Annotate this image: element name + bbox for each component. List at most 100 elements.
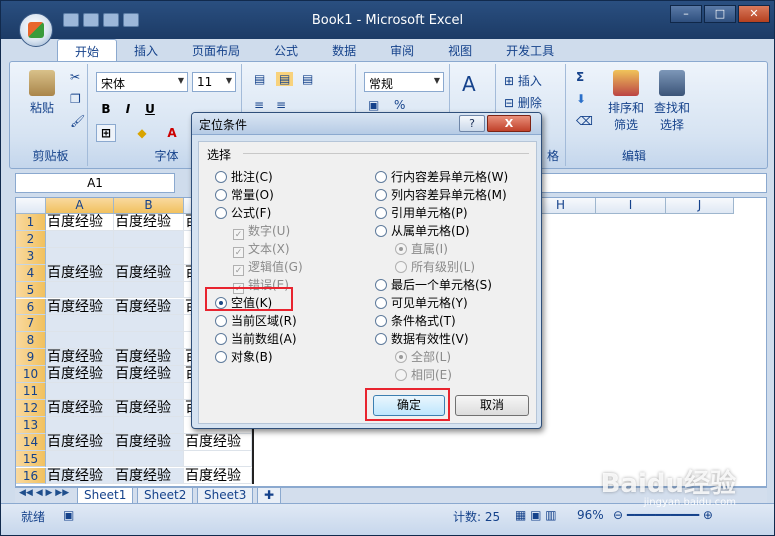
option-current-region[interactable]: 当前区域(R) bbox=[215, 312, 297, 329]
currency-icon[interactable]: ▣ bbox=[368, 98, 379, 112]
cell-a[interactable] bbox=[46, 281, 114, 299]
cell-b[interactable] bbox=[114, 315, 184, 333]
sort-filter-button[interactable]: 排序和 筛选 bbox=[606, 70, 646, 133]
align-center-icon[interactable]: ≡ bbox=[276, 98, 286, 112]
help-button[interactable]: ? bbox=[459, 115, 485, 132]
row-header[interactable]: 6 bbox=[16, 298, 46, 316]
option-constants[interactable]: 常量(O) bbox=[215, 186, 274, 203]
cell-a[interactable]: 百度经验 bbox=[46, 366, 114, 383]
align-left-icon[interactable]: ≡ bbox=[254, 98, 264, 112]
italic-button[interactable]: I bbox=[118, 100, 138, 118]
cell-c[interactable] bbox=[184, 450, 252, 468]
option-row-differences[interactable]: 行内容差异单元格(W) bbox=[375, 168, 508, 185]
row-header[interactable]: 7 bbox=[16, 315, 46, 333]
styles-icon[interactable]: A bbox=[462, 72, 476, 96]
tab-data[interactable]: 数据 bbox=[315, 39, 373, 61]
view-buttons-icon[interactable]: ▦ ▣ ▥ bbox=[515, 508, 557, 522]
cell-b[interactable] bbox=[114, 416, 184, 434]
tab-review[interactable]: 审阅 bbox=[373, 39, 431, 61]
fill-icon[interactable]: ⬇ bbox=[576, 92, 586, 106]
close-window-button[interactable]: ✕ bbox=[738, 5, 770, 23]
bold-button[interactable]: B bbox=[96, 100, 116, 118]
cell-b[interactable]: 百度经验 bbox=[114, 433, 184, 451]
percent-icon[interactable]: % bbox=[394, 98, 405, 112]
insert-cells-button[interactable]: ⊞ 插入 bbox=[504, 72, 542, 89]
column-header-i[interactable]: I bbox=[596, 198, 666, 214]
sub-logicals[interactable]: ✓ 逻辑值(G) bbox=[233, 258, 303, 276]
clear-icon[interactable]: ⌫ bbox=[576, 114, 593, 128]
row-header[interactable]: 1 bbox=[16, 214, 46, 231]
cell-a[interactable] bbox=[46, 332, 114, 350]
option-conditional-formats[interactable]: 条件格式(T) bbox=[375, 312, 456, 329]
align-middle-icon[interactable]: ▤ bbox=[276, 72, 294, 86]
row-header[interactable]: 10 bbox=[16, 366, 46, 383]
row-header[interactable]: 12 bbox=[16, 399, 46, 417]
cell-b[interactable] bbox=[114, 450, 184, 468]
cell-a[interactable] bbox=[46, 230, 114, 248]
row-header[interactable]: 5 bbox=[16, 281, 46, 299]
sub-direct-only[interactable]: 直属(I) bbox=[395, 240, 448, 257]
column-header-b[interactable]: B bbox=[114, 198, 184, 214]
borders-icon[interactable]: ⊞ bbox=[96, 124, 116, 142]
sheet-tab-1[interactable]: Sheet1 bbox=[77, 488, 134, 504]
tab-formulas[interactable]: 公式 bbox=[257, 39, 315, 61]
sub-text[interactable]: ✓ 文本(X) bbox=[233, 240, 290, 258]
zoom-level[interactable]: 96% bbox=[577, 508, 604, 522]
tab-developer[interactable]: 开发工具 bbox=[489, 39, 571, 61]
dialog-close-button[interactable]: X bbox=[487, 115, 531, 132]
autosum-icon[interactable]: Σ bbox=[576, 70, 584, 84]
new-sheet-icon[interactable]: ✚ bbox=[257, 488, 282, 504]
font-name-select[interactable]: 宋体 ▼ bbox=[96, 72, 188, 92]
cell-b[interactable]: 百度经验 bbox=[114, 214, 184, 231]
row-header[interactable]: 16 bbox=[16, 467, 46, 485]
cell-c[interactable]: 百度经验 bbox=[184, 433, 252, 451]
row-header[interactable]: 13 bbox=[16, 416, 46, 434]
sheet-nav-icon[interactable]: ◀◀ ◀ ▶ ▶▶ bbox=[19, 488, 69, 498]
option-current-array[interactable]: 当前数组(A) bbox=[215, 330, 297, 347]
font-size-select[interactable]: 11 ▼ bbox=[192, 72, 236, 92]
cell-b[interactable]: 百度经验 bbox=[114, 366, 184, 383]
paste-button[interactable]: 粘贴 bbox=[22, 70, 62, 116]
row-header[interactable]: 15 bbox=[16, 450, 46, 468]
cell-b[interactable] bbox=[114, 383, 184, 400]
cell-a[interactable] bbox=[46, 450, 114, 468]
option-comments[interactable]: 批注(C) bbox=[215, 168, 273, 185]
sheet-tab-3[interactable]: Sheet3 bbox=[197, 488, 254, 504]
number-format-select[interactable]: 常规 ▼ bbox=[364, 72, 444, 92]
row-header[interactable]: 11 bbox=[16, 383, 46, 400]
cell-b[interactable]: 百度经验 bbox=[114, 298, 184, 316]
align-top-icon[interactable]: ▤ bbox=[254, 72, 265, 86]
cell-a[interactable] bbox=[46, 315, 114, 333]
minimize-button[interactable]: – bbox=[670, 5, 702, 23]
tab-page-layout[interactable]: 页面布局 bbox=[175, 39, 257, 61]
sub-validation-all[interactable]: 全部(L) bbox=[395, 348, 451, 365]
row-header[interactable]: 2 bbox=[16, 230, 46, 248]
row-header[interactable]: 4 bbox=[16, 264, 46, 282]
maximize-button[interactable]: □ bbox=[704, 5, 736, 23]
sub-numbers[interactable]: ✓ 数字(U) bbox=[233, 222, 290, 240]
zoom-slider-icon[interactable]: ⊖ ━━━━━━━━━━ ⊕ bbox=[613, 508, 713, 522]
find-select-button[interactable]: 查找和 选择 bbox=[652, 70, 692, 133]
cell-a[interactable] bbox=[46, 247, 114, 265]
cell-b[interactable] bbox=[114, 230, 184, 248]
tab-insert[interactable]: 插入 bbox=[117, 39, 175, 61]
cancel-button[interactable]: 取消 bbox=[455, 395, 529, 416]
cell-a[interactable] bbox=[46, 383, 114, 400]
option-objects[interactable]: 对象(B) bbox=[215, 348, 273, 365]
macro-record-icon[interactable]: ▣ bbox=[63, 508, 74, 522]
cell-a[interactable]: 百度经验 bbox=[46, 349, 114, 367]
option-column-differences[interactable]: 列内容差异单元格(M) bbox=[375, 186, 507, 203]
cell-b[interactable]: 百度经验 bbox=[114, 467, 184, 485]
cell-b[interactable] bbox=[114, 332, 184, 350]
row-header[interactable]: 3 bbox=[16, 247, 46, 265]
column-header-j[interactable]: J bbox=[666, 198, 734, 214]
row-header[interactable]: 9 bbox=[16, 349, 46, 367]
option-dependents[interactable]: 从属单元格(D) bbox=[375, 222, 470, 239]
cell-b[interactable] bbox=[114, 247, 184, 265]
cell-c[interactable]: 百度经验 bbox=[184, 467, 252, 485]
select-all-corner[interactable] bbox=[16, 198, 46, 214]
cell-a[interactable]: 百度经验 bbox=[46, 399, 114, 417]
sub-all-levels[interactable]: 所有级别(L) bbox=[395, 258, 475, 275]
tab-view[interactable]: 视图 bbox=[431, 39, 489, 61]
cell-a[interactable]: 百度经验 bbox=[46, 433, 114, 451]
